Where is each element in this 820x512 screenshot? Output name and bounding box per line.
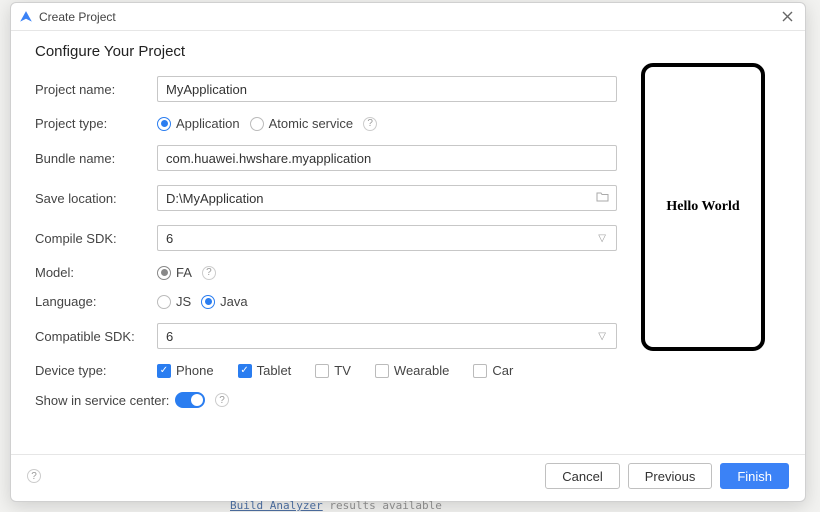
radio-application-label: Application [176, 116, 240, 131]
label-model: Model: [35, 265, 157, 280]
row-device-type: Device type: ✓Phone ✓Tablet TV Wearable … [35, 363, 617, 378]
dialog-footer: ? Cancel Previous Finish [11, 454, 805, 501]
radio-js-label: JS [176, 294, 191, 309]
checkbox-phone[interactable]: ✓Phone [157, 363, 214, 378]
titlebar: Create Project [11, 3, 805, 31]
show-service-toggle[interactable] [175, 392, 205, 408]
label-compatible-sdk: Compatible SDK: [35, 329, 157, 344]
label-language: Language: [35, 294, 157, 309]
radio-application[interactable]: Application [157, 116, 240, 131]
bundle-name-input[interactable] [157, 145, 617, 171]
row-compatible-sdk: Compatible SDK: 6 ▽ [35, 323, 617, 349]
checkbox-tablet[interactable]: ✓Tablet [238, 363, 292, 378]
app-logo-icon [19, 10, 33, 24]
radio-fa-label: FA [176, 265, 192, 280]
close-icon [782, 11, 793, 22]
help-project-type-icon[interactable]: ? [363, 117, 377, 131]
radio-js[interactable]: JS [157, 294, 191, 309]
row-show-service: Show in service center: ? [35, 392, 617, 408]
label-show-service: Show in service center: [35, 393, 175, 408]
close-button[interactable] [777, 7, 797, 27]
checkbox-car-label: Car [492, 363, 513, 378]
radio-java-label: Java [220, 294, 247, 309]
compile-sdk-select[interactable]: 6 ▽ [157, 225, 617, 251]
save-location-input[interactable] [157, 185, 617, 211]
compatible-sdk-select[interactable]: 6 ▽ [157, 323, 617, 349]
phone-preview: Hello World [641, 63, 765, 351]
build-analyzer-rest: results available [323, 499, 442, 512]
chevron-down-icon: ▽ [598, 233, 606, 244]
checkbox-tv[interactable]: TV [315, 363, 351, 378]
checkbox-tv-label: TV [334, 363, 351, 378]
compile-sdk-value: 6 [166, 231, 173, 246]
label-bundle-name: Bundle name: [35, 151, 157, 166]
checkbox-tablet-label: Tablet [257, 363, 292, 378]
window-title: Create Project [39, 10, 777, 24]
form-area: Configure Your Project Project name: Pro… [35, 41, 617, 450]
label-device-type: Device type: [35, 363, 157, 378]
label-compile-sdk: Compile SDK: [35, 231, 157, 246]
label-project-name: Project name: [35, 82, 157, 97]
build-analyzer-link[interactable]: Build Analyzer [230, 499, 323, 512]
background-status-strip: Build Analyzer results available [230, 499, 442, 512]
row-project-name: Project name: [35, 76, 617, 102]
row-compile-sdk: Compile SDK: 6 ▽ [35, 225, 617, 251]
row-project-type: Project type: Application Atomic service… [35, 116, 617, 131]
chevron-down-icon: ▽ [598, 331, 606, 342]
row-bundle-name: Bundle name: [35, 145, 617, 171]
folder-browse-icon[interactable] [596, 191, 609, 205]
checkbox-wearable-label: Wearable [394, 363, 449, 378]
dialog-content: Configure Your Project Project name: Pro… [11, 31, 805, 454]
checkbox-car[interactable]: Car [473, 363, 513, 378]
cancel-button[interactable]: Cancel [545, 463, 619, 489]
radio-fa[interactable]: FA [157, 265, 192, 280]
previous-button[interactable]: Previous [628, 463, 713, 489]
project-name-input[interactable] [157, 76, 617, 102]
row-language: Language: JS Java [35, 294, 617, 309]
help-show-service-icon[interactable]: ? [215, 393, 229, 407]
compatible-sdk-value: 6 [166, 329, 173, 344]
help-footer-icon[interactable]: ? [27, 469, 41, 483]
page-heading: Configure Your Project [35, 43, 617, 60]
checkbox-wearable[interactable]: Wearable [375, 363, 449, 378]
finish-button[interactable]: Finish [720, 463, 789, 489]
create-project-dialog: Create Project Configure Your Project Pr… [10, 2, 806, 502]
radio-atomic-service-label: Atomic service [269, 116, 354, 131]
checkbox-phone-label: Phone [176, 363, 214, 378]
preview-text: Hello World [666, 199, 739, 215]
help-model-icon[interactable]: ? [202, 266, 216, 280]
row-model: Model: FA ? [35, 265, 617, 280]
preview-area: Hello World [641, 41, 781, 450]
label-project-type: Project type: [35, 116, 157, 131]
radio-java[interactable]: Java [201, 294, 247, 309]
row-save-location: Save location: [35, 185, 617, 211]
radio-atomic-service[interactable]: Atomic service [250, 116, 354, 131]
label-save-location: Save location: [35, 191, 157, 206]
